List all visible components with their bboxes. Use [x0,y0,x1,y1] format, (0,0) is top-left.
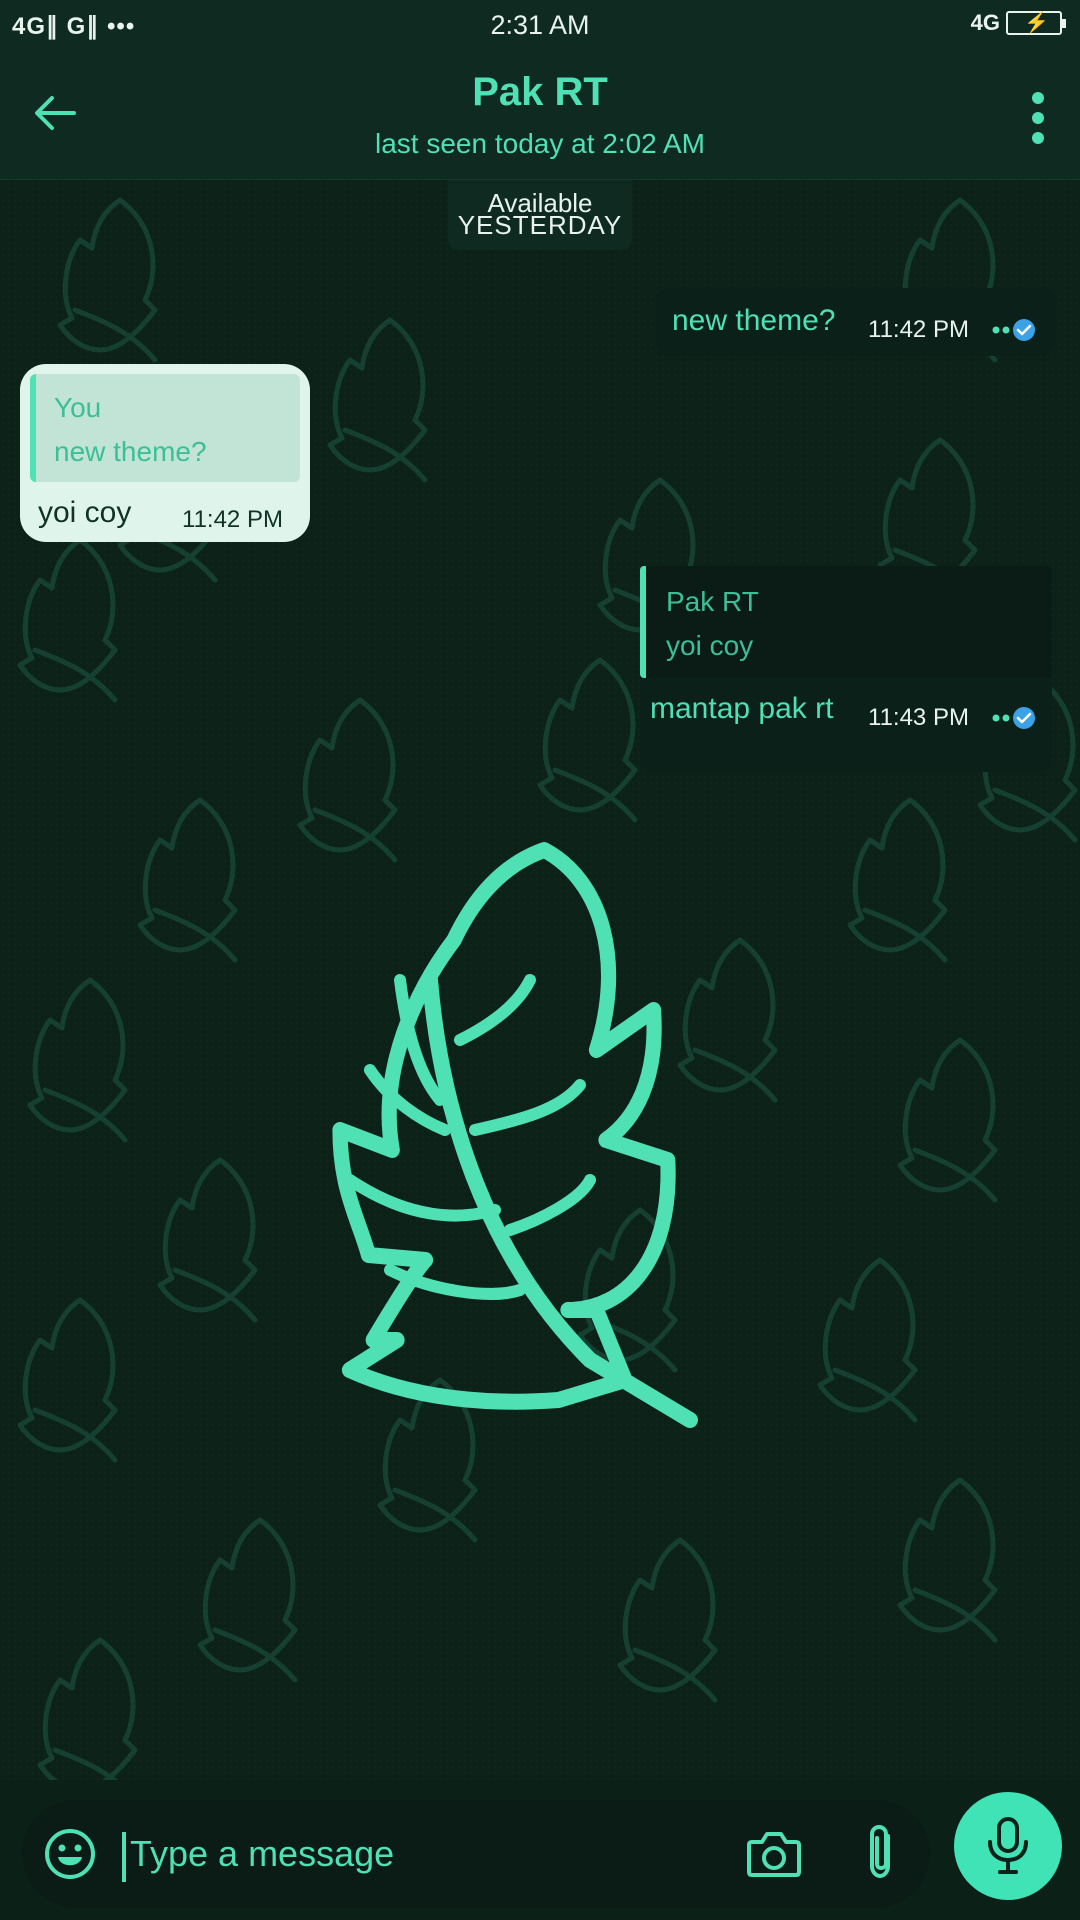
status-right: 4G ⚡ [970,10,1066,36]
microphone-button[interactable] [954,1792,1062,1900]
read-receipt-icon [992,319,1035,341]
text-cursor [122,1832,126,1882]
message-time: 11:42 PM [868,316,969,343]
status-bar: 4G∥ G∥ ••• 2:31 AM 4G ⚡ [0,0,1080,52]
leaf-logo-icon [332,842,698,1428]
message-time: 11:43 PM [868,704,969,731]
message-text: mantap pak rt [650,692,834,725]
message-outgoing[interactable]: new theme? 11:42 PM [656,288,1056,356]
more-vertical-icon[interactable] [1026,90,1050,146]
quoted-message[interactable]: Pak RT yoi coy [640,566,1052,678]
contact-name[interactable]: Pak RT [0,70,1080,115]
quoted-message[interactable]: You new theme? [30,374,300,482]
last-seen: last seen today at 2:02 AM [375,128,705,159]
date-divider: Available YESTERDAY [448,180,632,250]
message-text: new theme? [672,304,836,337]
network-type: 4G [970,10,1000,35]
quote-author: You [54,392,102,423]
message-time: 11:42 PM [182,506,283,533]
message-outgoing[interactable]: Pak RT yoi coy mantap pak rt 11:43 PM [640,566,1052,772]
message-input[interactable] [130,1824,600,1884]
date-label: YESTERDAY [457,210,623,240]
battery-icon: ⚡ [1006,11,1066,35]
quote-text: new theme? [54,436,207,467]
status-time: 2:31 AM [490,10,590,40]
emoji-icon[interactable] [42,1826,98,1882]
chat-area[interactable]: Available YESTERDAY new theme? 11:42 PM … [0,180,1080,1780]
message-text: yoi coy [38,496,132,529]
microphone-icon [988,1817,1028,1874]
camera-icon[interactable] [746,1828,802,1878]
quote-text: yoi coy [666,630,754,661]
message-incoming[interactable]: You new theme? yoi coy 11:42 PM [20,364,310,542]
quote-author: Pak RT [666,586,759,617]
message-composer [22,1800,930,1908]
chat-header: Pak RT last seen today at 2:02 AM [0,52,1080,180]
read-receipt-icon [992,707,1035,729]
paperclip-icon[interactable] [864,1822,898,1882]
